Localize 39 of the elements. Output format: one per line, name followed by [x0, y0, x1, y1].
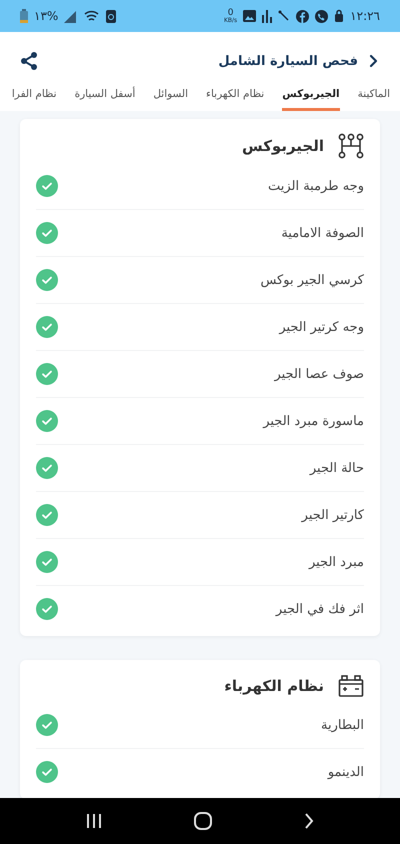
check-item-label: اثر فك في الجير — [276, 602, 364, 616]
clock-time: ١٢:٢٦ — [350, 9, 380, 23]
wifi-icon — [84, 10, 100, 22]
check-item-label: البطارية — [321, 718, 364, 732]
page-title: فحص السيارة الشامل — [218, 54, 358, 68]
section-tab[interactable]: نظام الكهرباء — [206, 88, 264, 111]
check-item-label: الصوفة الامامية — [281, 226, 364, 240]
check-item-label: صوف عصا الجير — [274, 366, 364, 382]
home-icon[interactable] — [194, 812, 212, 830]
phone-icon — [315, 10, 328, 22]
gear-shift-icon — [338, 133, 364, 159]
chart-icon — [262, 10, 272, 22]
lock-icon — [334, 9, 344, 23]
check-item-label: حالة الجير — [310, 460, 364, 476]
section-tab[interactable]: أسفل السيارة — [74, 88, 136, 111]
check-item-label: مبرد الجير — [308, 554, 364, 570]
section-title: الجيربوكس — [242, 137, 324, 155]
check-item-label: كرسي الجير بوكس — [260, 272, 364, 288]
check-item-label: ماسورة مبرد الجير — [263, 414, 364, 428]
image-icon — [243, 10, 256, 22]
facebook-icon — [296, 10, 310, 22]
section-tab[interactable]: الجيربوكس — [282, 88, 340, 111]
check-item-label: الدينمو — [328, 764, 364, 780]
section-tab[interactable]: نظام الفرا — [12, 88, 57, 111]
speed-value: 0 — [228, 8, 234, 18]
section-tab[interactable]: الماكينة — [358, 88, 390, 111]
share-icon[interactable] — [20, 51, 38, 71]
battery-icon — [20, 9, 28, 23]
battery-percent: %١٣ — [34, 9, 58, 23]
recent-apps-icon[interactable] — [86, 813, 102, 829]
back-nav-icon[interactable] — [304, 812, 314, 830]
section-title: نظام الكهرباء — [224, 677, 324, 695]
check-item-label: وجه طرمبة الزيت — [268, 178, 364, 194]
check-item-label: وجه كرتير الجير — [279, 320, 364, 334]
check-item-label: كارتير الجير — [302, 508, 364, 522]
signal-icon — [64, 10, 78, 22]
battery-icon — [338, 674, 364, 698]
back-icon[interactable] — [368, 54, 378, 68]
section-tab[interactable]: السوائل — [153, 88, 188, 111]
